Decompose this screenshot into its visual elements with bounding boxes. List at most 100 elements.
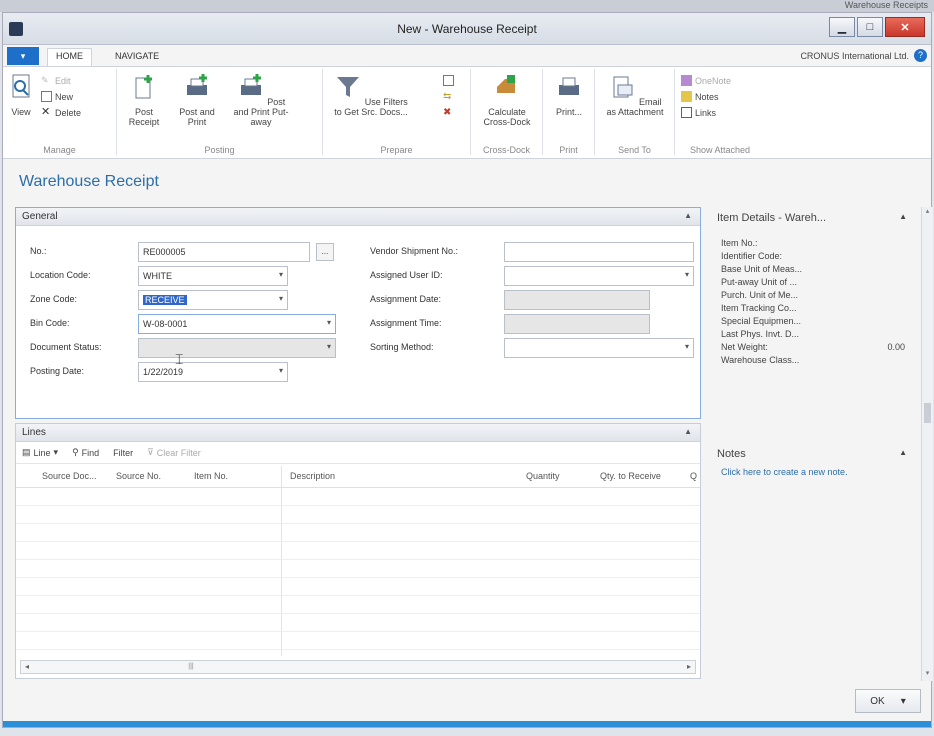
- scroll-down-icon[interactable]: ▾: [922, 669, 933, 681]
- view-label: View: [11, 107, 31, 117]
- top-strip: Warehouse Receipts: [0, 0, 934, 12]
- document-icon: [443, 75, 454, 86]
- net-weight-label: Net Weight:: [721, 342, 768, 352]
- bin-code-value: W-08-0001: [143, 319, 188, 329]
- table-row[interactable]: [16, 488, 700, 506]
- collapse-icon[interactable]: ▲: [899, 448, 907, 457]
- horizontal-scrollbar[interactable]: ◂ ||| ▸: [20, 660, 696, 674]
- assignment-date-field[interactable]: [504, 290, 650, 310]
- minimize-button[interactable]: ▁: [829, 17, 855, 37]
- edit-button[interactable]: ✎ Edit: [41, 75, 71, 86]
- ok-button[interactable]: OK ▾: [855, 689, 921, 713]
- notes-button[interactable]: Notes: [681, 91, 719, 102]
- new-button[interactable]: New: [41, 91, 73, 102]
- group-label-print: Print: [559, 145, 578, 155]
- column-q[interactable]: Q: [690, 471, 697, 481]
- window-title: New - Warehouse Receipt: [397, 22, 537, 36]
- warehouse-receipt-window: New - Warehouse Receipt ▁ □ ✕ ▾ HOME NAV…: [2, 12, 933, 728]
- chevron-down-icon: ▾: [684, 270, 689, 279]
- line-menu-label: Line: [33, 447, 51, 458]
- assist-edit-button[interactable]: ...: [316, 243, 334, 261]
- line-menu-button[interactable]: ▤ Line ▾: [22, 447, 58, 458]
- notes-icon: [681, 91, 692, 102]
- create-note-link[interactable]: Click here to create a new note.: [711, 465, 915, 479]
- column-description[interactable]: Description: [290, 471, 335, 481]
- bin-code-field[interactable]: W-08-0001 ▾: [138, 314, 336, 334]
- assignment-time-field[interactable]: [504, 314, 650, 334]
- table-row[interactable]: [16, 578, 700, 596]
- tab-navigate[interactable]: NAVIGATE: [107, 49, 167, 63]
- help-icon[interactable]: ?: [914, 49, 927, 62]
- special-equipment-label: Special Equipmen...: [721, 316, 802, 326]
- printer-post-icon: [187, 74, 207, 95]
- item-details-factbox: Item Details - Wareh... ▲ Item No.: Ident…: [711, 207, 915, 439]
- email-attachment-button[interactable]: Email as Attachment: [603, 73, 667, 117]
- document-icon-button[interactable]: [443, 75, 454, 86]
- no-field[interactable]: RE000005: [138, 242, 310, 262]
- table-row[interactable]: [16, 542, 700, 560]
- notes-header[interactable]: Notes ▲: [711, 443, 915, 465]
- post-and-print-button[interactable]: Post and Print: [177, 73, 217, 127]
- title-bar: New - Warehouse Receipt ▁ □ ✕: [3, 13, 931, 45]
- tab-home[interactable]: HOME: [47, 48, 92, 66]
- links-button[interactable]: Links: [681, 107, 716, 118]
- ribbon-group-print: Print... Print: [543, 69, 595, 155]
- general-header[interactable]: General ▲: [16, 208, 700, 226]
- assigned-user-label: Assigned User ID:: [370, 270, 443, 280]
- table-row[interactable]: [16, 524, 700, 542]
- lines-header[interactable]: Lines ▲: [16, 424, 700, 442]
- scroll-thumb[interactable]: |||: [101, 663, 281, 671]
- delete-lines-button[interactable]: ✖: [443, 107, 454, 118]
- table-row[interactable]: [16, 614, 700, 632]
- view-button[interactable]: View: [7, 73, 35, 117]
- table-row[interactable]: [16, 506, 700, 524]
- table-row[interactable]: [16, 632, 700, 650]
- chevron-down-icon[interactable]: ▾: [901, 696, 906, 707]
- collapse-icon[interactable]: ▲: [899, 212, 907, 221]
- scroll-right-icon[interactable]: ▸: [683, 661, 695, 673]
- item-no-label: Item No.:: [721, 238, 758, 248]
- document-status-field[interactable]: ▾: [138, 338, 336, 358]
- scroll-left-icon[interactable]: ◂: [21, 661, 33, 673]
- file-menu-button[interactable]: ▾: [7, 47, 39, 65]
- collapse-icon[interactable]: ▲: [684, 427, 692, 436]
- item-details-header[interactable]: Item Details - Wareh... ▲: [711, 207, 915, 229]
- find-button[interactable]: ⚲ Find: [72, 447, 99, 458]
- use-filters-button[interactable]: Use Filters to Get Src. Docs...: [331, 73, 411, 117]
- column-source-no[interactable]: Source No.: [116, 471, 161, 481]
- scroll-up-icon[interactable]: ▴: [922, 207, 933, 219]
- location-code-field[interactable]: WHITE ▾: [138, 266, 288, 286]
- close-button[interactable]: ✕: [885, 17, 925, 37]
- column-quantity[interactable]: Quantity: [526, 471, 560, 481]
- posting-date-value: 1/22/2019: [143, 367, 184, 377]
- chevron-down-icon: ▾: [278, 294, 283, 303]
- delete-button[interactable]: ✕ Delete: [41, 107, 81, 118]
- column-qty-to-receive[interactable]: Qty. to Receive: [600, 471, 661, 481]
- column-item-no[interactable]: Item No.: [194, 471, 228, 481]
- print-button[interactable]: Print...: [551, 73, 587, 117]
- chevron-down-icon: ▾: [326, 342, 331, 351]
- calculate-cross-dock-button[interactable]: Calculate Cross-Dock: [477, 73, 537, 127]
- scroll-thumb[interactable]: [924, 403, 931, 423]
- filter-button[interactable]: Filter: [113, 448, 133, 458]
- document-status-label: Document Status:: [30, 342, 102, 352]
- post-and-print-putaway-button[interactable]: Post and Print Put-away: [233, 73, 289, 127]
- move-icon-button[interactable]: ⇆: [443, 91, 454, 102]
- onenote-button[interactable]: OneNote: [681, 75, 731, 86]
- vertical-scrollbar[interactable]: ▴ ▾: [921, 207, 933, 681]
- clear-filter-button[interactable]: ⊽ Clear Filter: [147, 447, 201, 458]
- post-receipt-button[interactable]: Post Receipt: [127, 73, 161, 127]
- no-label: No.:: [30, 246, 47, 256]
- sorting-method-field[interactable]: ▾: [504, 338, 694, 358]
- vendor-shipment-field[interactable]: [504, 242, 694, 262]
- table-row[interactable]: [16, 596, 700, 614]
- zone-code-field[interactable]: RECEIVE ▾: [138, 290, 288, 310]
- pencil-icon: ✎: [41, 75, 49, 85]
- maximize-button[interactable]: □: [857, 17, 883, 37]
- table-row[interactable]: [16, 560, 700, 578]
- general-title: General: [22, 211, 58, 222]
- column-source-document[interactable]: Source Doc...: [42, 471, 97, 481]
- assigned-user-field[interactable]: ▾: [504, 266, 694, 286]
- collapse-icon[interactable]: ▲: [684, 211, 692, 220]
- posting-date-field[interactable]: 1/22/2019 ▾: [138, 362, 288, 382]
